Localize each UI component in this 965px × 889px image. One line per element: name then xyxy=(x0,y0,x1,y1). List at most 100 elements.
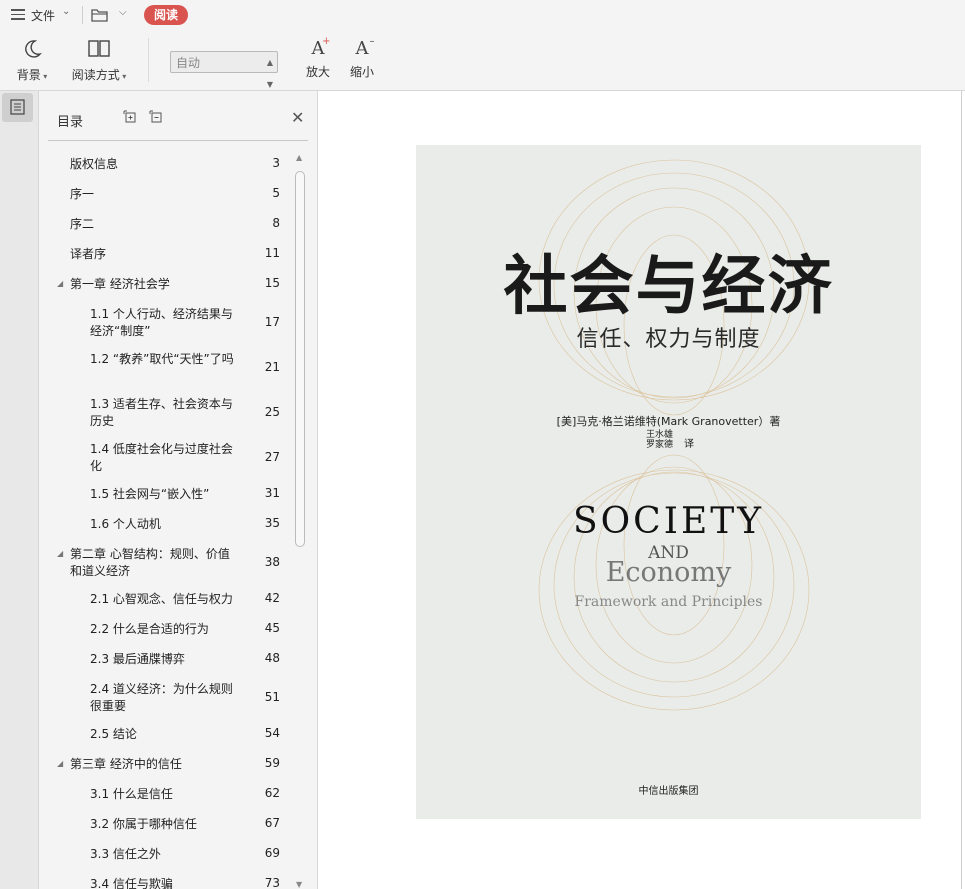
toc-scrollbar[interactable]: ▲ ▼ xyxy=(293,151,307,889)
toc-item-page: 31 xyxy=(264,486,280,500)
toc-section-item[interactable]: 1.3 适者生存、社会资本与历史 25 xyxy=(48,396,294,430)
scroll-down-icon[interactable]: ▼ xyxy=(296,880,302,889)
toc-panel: 目录 ✕ 版权信息 3 序一 5 序二 8 译者序 11 ◢ 第一章 经济社会学 15 1.1 个人行… xyxy=(39,91,318,889)
toc-chapter-item[interactable]: 序一 5 xyxy=(48,186,294,203)
toc-section-item[interactable]: 2.1 心智观念、信任与权力 42 xyxy=(48,591,294,608)
cover-subtitle-en: Framework and Principles xyxy=(574,594,763,610)
cover-translators: 王水雄 罗家德 xyxy=(646,430,673,450)
toc-section-item[interactable]: 3.1 什么是信任 62 xyxy=(48,786,294,803)
toc-item-label: 1.4 低度社会化与过度社会化 xyxy=(90,442,233,473)
chevron-down-icon[interactable]: ⌄ xyxy=(62,6,70,17)
divider xyxy=(148,38,149,82)
chevron-down-icon: ▲ ▼ xyxy=(266,58,273,89)
file-menu[interactable]: 文件 xyxy=(31,7,55,24)
side-rail xyxy=(0,91,39,889)
expand-all-icon[interactable] xyxy=(123,110,137,124)
toc-item-page: 11 xyxy=(264,246,280,260)
toc-section-item[interactable]: 2.4 道义经济：为什么规则很重要 51 xyxy=(48,681,294,715)
toc-item-page: 27 xyxy=(264,450,280,464)
toc-section-item[interactable]: 1.4 低度社会化与过度社会化 27 xyxy=(48,441,294,475)
toc-item-page: 38 xyxy=(264,555,280,569)
background-label: 背景 ▾ xyxy=(16,68,48,82)
toc-item-label: 1.2 “教养”取代“天性”了吗 xyxy=(90,352,234,366)
background-button[interactable]: 背景 ▾ xyxy=(12,38,52,83)
toc-header: 目录 ✕ xyxy=(48,91,308,141)
zoom-in-icon: A + xyxy=(311,36,331,59)
toc-toggle-button[interactable] xyxy=(2,93,33,122)
toc-item-label: 3.4 信任与欺骗 xyxy=(90,877,173,889)
list-icon xyxy=(10,99,25,115)
page-mode-select[interactable]: 自动 ▲ ▼ xyxy=(170,51,278,89)
toc-chapter-item[interactable]: 译者序 11 xyxy=(48,246,294,263)
toc-item-label: 第一章 经济社会学 xyxy=(70,277,170,291)
toc-section-item[interactable]: 2.5 结论 54 xyxy=(48,726,294,743)
divider xyxy=(961,91,962,889)
toc-chapter-item[interactable]: 序二 8 xyxy=(48,216,294,233)
cover-subtitle-cn: 信任、权力与制度 xyxy=(576,327,761,352)
toc-section-item[interactable]: 3.3 信任之外 69 xyxy=(48,846,294,863)
toc-item-label: 第三章 经济中的信任 xyxy=(70,757,182,771)
toc-section-item[interactable]: 3.4 信任与欺骗 73 xyxy=(48,876,294,889)
scrollbar-thumb[interactable] xyxy=(295,171,305,547)
toc-item-page: 51 xyxy=(264,690,280,704)
toc-section-item[interactable]: 2.2 什么是合适的行为 45 xyxy=(48,621,294,638)
toc-item-page: 15 xyxy=(264,276,280,290)
toc-item-label: 序一 xyxy=(70,187,95,201)
toc-chapter-item[interactable]: ◢ 第三章 经济中的信任 59 xyxy=(48,756,294,773)
toc-section-item[interactable]: 1.1 个人行动、经济结果与经济“制度” 17 xyxy=(48,306,294,340)
toc-item-label: 1.6 个人动机 xyxy=(90,517,161,531)
toc-item-label: 3.1 什么是信任 xyxy=(90,787,173,801)
scroll-up-icon[interactable]: ▲ xyxy=(296,153,302,162)
zoom-in-label: 放大 xyxy=(305,65,330,79)
toc-item-label: 版权信息 xyxy=(70,157,119,171)
toc-title: 目录 xyxy=(57,115,84,130)
toc-item-label: 序二 xyxy=(70,217,95,231)
toc-item-label: 3.3 信任之外 xyxy=(90,847,161,861)
hamburger-menu-icon[interactable] xyxy=(11,9,25,20)
toc-section-item[interactable]: 1.5 社会网与“嵌入性” 31 xyxy=(48,486,294,503)
zoom-out-button[interactable]: A – 缩小 xyxy=(346,36,378,80)
toc-item-label: 2.1 心智观念、信任与权力 xyxy=(90,592,233,606)
toc-chapter-item[interactable]: ◢ 第一章 经济社会学 15 xyxy=(48,276,294,293)
moon-icon xyxy=(25,40,42,58)
expand-triangle-icon[interactable]: ◢ xyxy=(57,279,63,288)
toc-section-item[interactable]: 2.3 最后通牒博弈 48 xyxy=(48,651,294,668)
collapse-all-icon[interactable] xyxy=(149,110,163,124)
toc-section-item[interactable]: 1.6 个人动机 35 xyxy=(48,516,294,533)
expand-triangle-icon[interactable]: ◢ xyxy=(57,549,63,558)
read-mode-button[interactable]: 阅读方式 ▾ xyxy=(68,38,130,83)
book-cover: 社会与经济 信任、权力与制度 [美]马克·格兰诺维特(Mark Granovet… xyxy=(416,145,921,819)
read-mode-label: 阅读方式 ▾ xyxy=(71,68,127,82)
open-folder-icon[interactable] xyxy=(91,8,109,22)
toc-item-page: 67 xyxy=(264,816,280,830)
toc-section-item[interactable]: 3.2 你属于哪种信任 67 xyxy=(48,816,294,833)
toc-item-label: 译者序 xyxy=(70,247,107,261)
chevron-down-icon[interactable]: ⌵ xyxy=(119,7,127,18)
toc-item-page: 45 xyxy=(264,621,280,635)
expand-triangle-icon[interactable]: ◢ xyxy=(57,759,63,768)
zoom-in-button[interactable]: A + 放大 xyxy=(302,36,334,80)
close-icon[interactable]: ✕ xyxy=(291,108,304,127)
toc-item-page: 17 xyxy=(264,315,280,329)
toc-item-page: 21 xyxy=(264,360,280,374)
toc-item-page: 54 xyxy=(264,726,280,740)
toc-chapter-item[interactable]: ◢ 第二章 心智结构：规则、价值和道义经济 38 xyxy=(48,546,294,580)
read-mode-badge[interactable]: 阅读 xyxy=(144,5,188,25)
toc-item-page: 59 xyxy=(264,756,280,770)
toc-section-item[interactable]: 1.2 “教养”取代“天性”了吗 21 xyxy=(48,351,294,385)
menu-row: 文件 ⌄ ⌵ 阅读 xyxy=(0,0,965,30)
toc-item-label: 1.1 个人行动、经济结果与经济“制度” xyxy=(90,307,233,338)
toc-item-label: 2.2 什么是合适的行为 xyxy=(90,622,209,636)
toc-item-page: 42 xyxy=(264,591,280,605)
toc-item-page: 69 xyxy=(264,846,280,860)
toc-item-page: 73 xyxy=(264,876,280,889)
zoom-out-label: 缩小 xyxy=(349,65,374,79)
toc-item-label: 1.3 适者生存、社会资本与历史 xyxy=(90,397,233,428)
cover-title-cn: 社会与经济 xyxy=(503,250,834,324)
translator-name: 罗家德 xyxy=(646,440,674,450)
toc-item-page: 48 xyxy=(264,651,280,665)
document-view[interactable]: 社会与经济 信任、权力与制度 [美]马克·格兰诺维特(Mark Granovet… xyxy=(318,91,965,889)
toc-item-label: 2.3 最后通牒博弈 xyxy=(90,652,185,666)
cover-title-en-society: SOCIETY xyxy=(573,501,764,542)
toc-chapter-item[interactable]: 版权信息 3 xyxy=(48,156,294,173)
